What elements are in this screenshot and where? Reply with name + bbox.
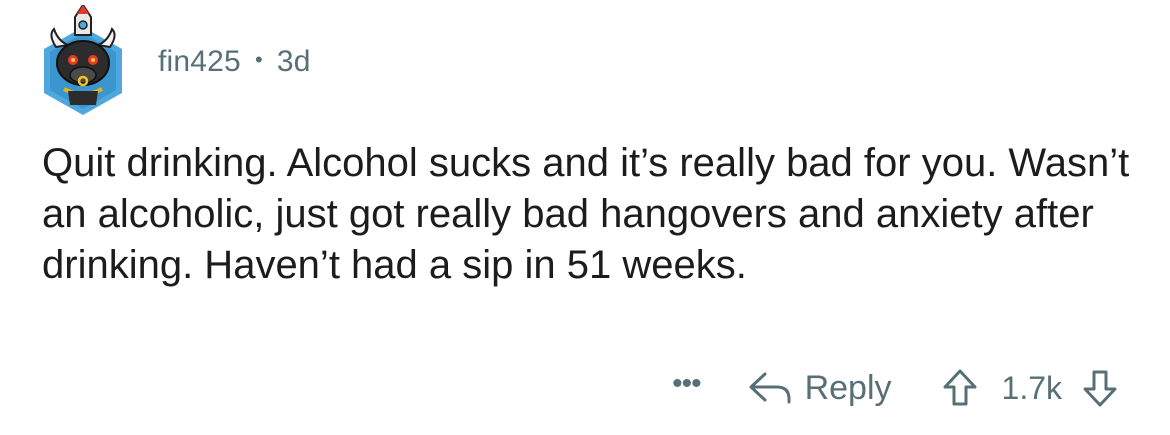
comment-actions: ••• Reply 1.7k bbox=[672, 358, 1118, 418]
author-name[interactable]: fin425 bbox=[158, 45, 241, 79]
reply-icon bbox=[749, 372, 791, 404]
vote-controls: 1.7k bbox=[942, 368, 1118, 408]
meta-separator: • bbox=[254, 47, 263, 72]
comment-age: 3d bbox=[276, 45, 311, 78]
comment: fin425 • 3d Quit drinking. Alcohol sucks… bbox=[0, 0, 1170, 435]
comment-header: fin425 • 3d bbox=[38, 0, 311, 120]
downvote-icon bbox=[1083, 370, 1117, 407]
reply-label: Reply bbox=[804, 368, 892, 407]
reply-button[interactable]: Reply bbox=[747, 368, 892, 408]
comment-body: Quit drinking. Alcohol sucks and it’s re… bbox=[42, 141, 1130, 287]
upvote-button[interactable] bbox=[942, 368, 978, 408]
avatar-icon bbox=[44, 5, 122, 115]
comment-meta: fin425 • 3d bbox=[158, 45, 311, 79]
more-options-button[interactable]: ••• bbox=[672, 367, 701, 401]
downvote-button[interactable] bbox=[1082, 368, 1118, 408]
upvote-icon bbox=[943, 369, 977, 406]
avatar[interactable] bbox=[38, 5, 128, 115]
vote-score: 1.7k bbox=[1001, 369, 1062, 406]
